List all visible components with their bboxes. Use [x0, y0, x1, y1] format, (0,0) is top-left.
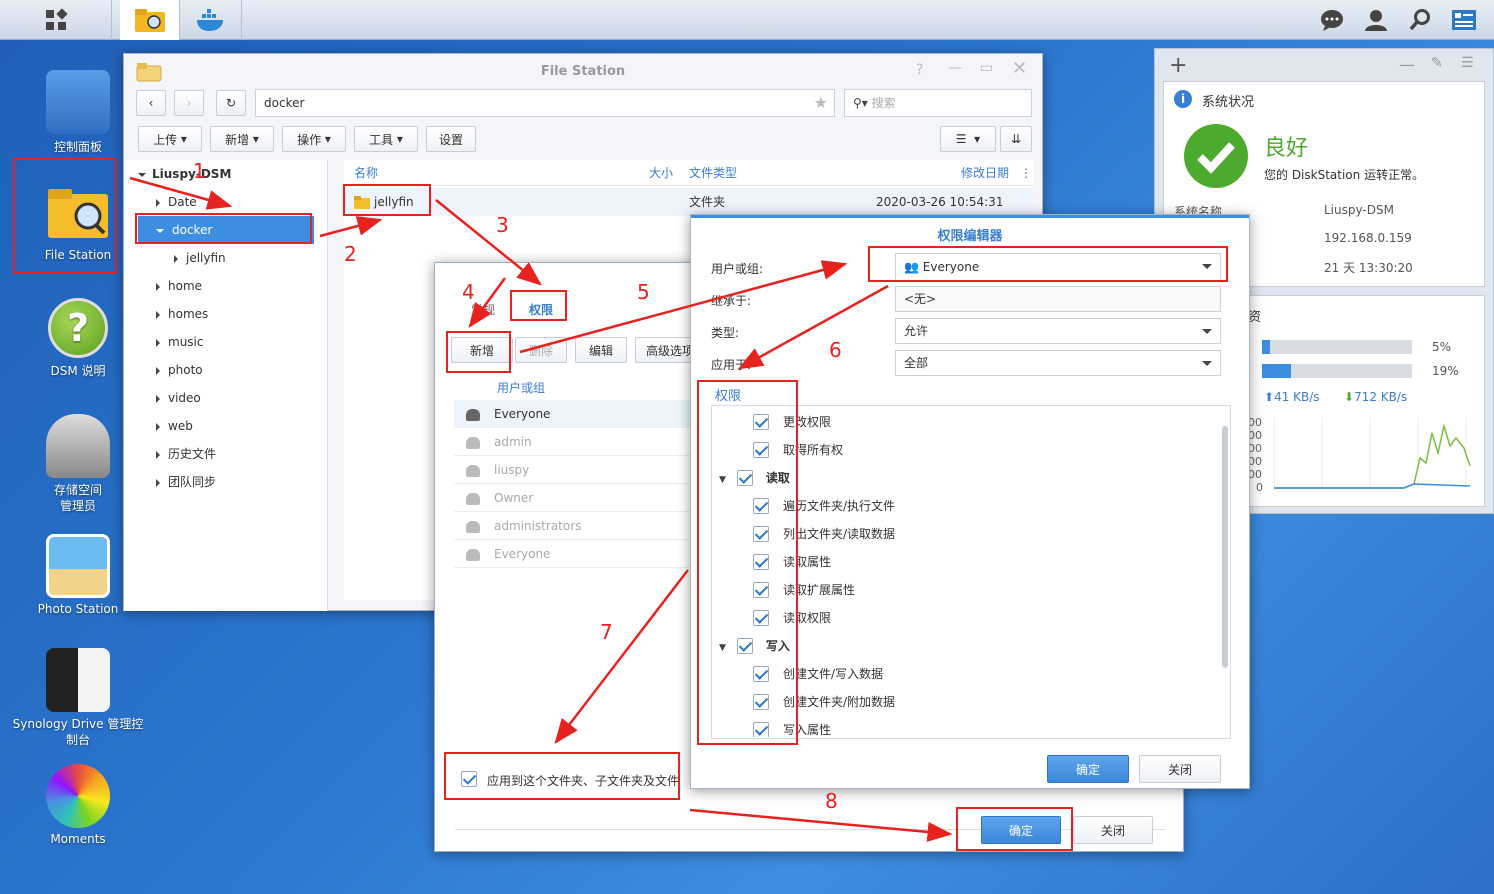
- annotation-label: 2: [344, 242, 357, 266]
- annotation-label: 4: [462, 280, 475, 304]
- annotation-label: 6: [829, 338, 842, 362]
- annotation-label: 8: [825, 789, 838, 813]
- annotation-label: 1: [193, 159, 206, 183]
- annotation-arrows: [129, 176, 953, 842]
- annotation-label: 5: [637, 280, 650, 304]
- annotation-label: 7: [600, 620, 613, 644]
- annotation-label: 3: [496, 213, 509, 237]
